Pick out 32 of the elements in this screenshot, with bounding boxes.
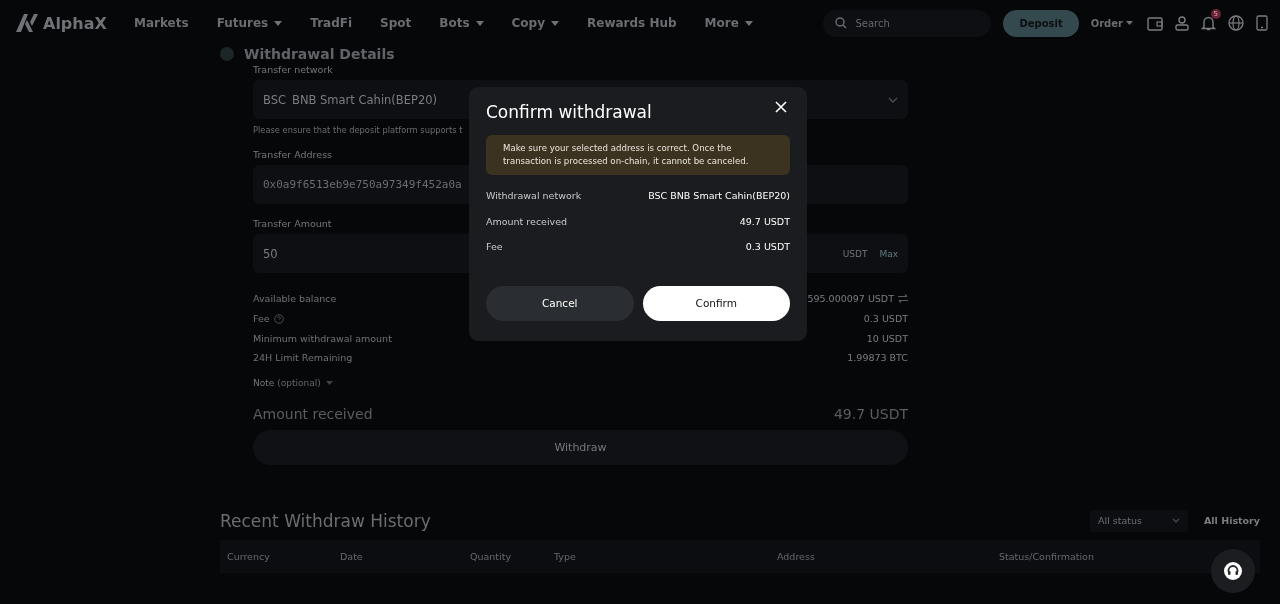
detail-value: 10 USDT: [866, 332, 908, 344]
logo-text: AlphaX: [43, 13, 107, 33]
column-header: Type: [554, 550, 577, 562]
unit-label: USDT: [842, 248, 868, 259]
column-header: Quantity: [470, 550, 513, 562]
warning-message: Make sure your selected address is correct. Once the transaction is processed on-chain, it cannot be canceled.: [486, 135, 790, 175]
detail-value: 1.99873 BTC: [847, 352, 908, 364]
field-label: Transfer Amount: [253, 218, 332, 229]
detail-label: Fee: [253, 313, 270, 325]
detail-label: Withdrawal network: [486, 190, 582, 202]
detail-value: 49.7 USDT: [739, 215, 790, 227]
history-title: Recent Withdraw History: [220, 510, 431, 531]
detail-value: 0.3 USDT: [745, 241, 790, 253]
column-header: Currency: [227, 550, 271, 562]
amount-received-value: 49.7 USDT: [833, 405, 908, 422]
detail-label: Amount received: [486, 215, 568, 227]
field-label: Transfer network: [253, 64, 333, 75]
detail-label: Minimum withdrawal amount: [253, 332, 392, 344]
dialog-title: Confirm withdrawal: [486, 102, 652, 122]
detail-value: 0.3 USDT: [863, 313, 908, 325]
column-header: Date: [340, 550, 364, 562]
section-title: Withdrawal Details: [244, 46, 395, 62]
amount-received-label: Amount received: [253, 405, 373, 422]
detail-value: 595.000097 USDT: [807, 293, 894, 305]
network-hint: Please ensure that the deposit platform supports t: [253, 125, 463, 135]
field-label: Transfer Address: [253, 149, 333, 160]
detail-value: BSC BNB Smart Cahin(BEP20): [648, 190, 790, 202]
column-header: Status/Confirmation: [999, 550, 1095, 562]
detail-label: Available balance: [253, 293, 337, 305]
column-header: Address: [777, 550, 816, 562]
detail-label: Fee: [486, 241, 503, 253]
detail-label: 24H Limit Remaining: [253, 352, 353, 364]
